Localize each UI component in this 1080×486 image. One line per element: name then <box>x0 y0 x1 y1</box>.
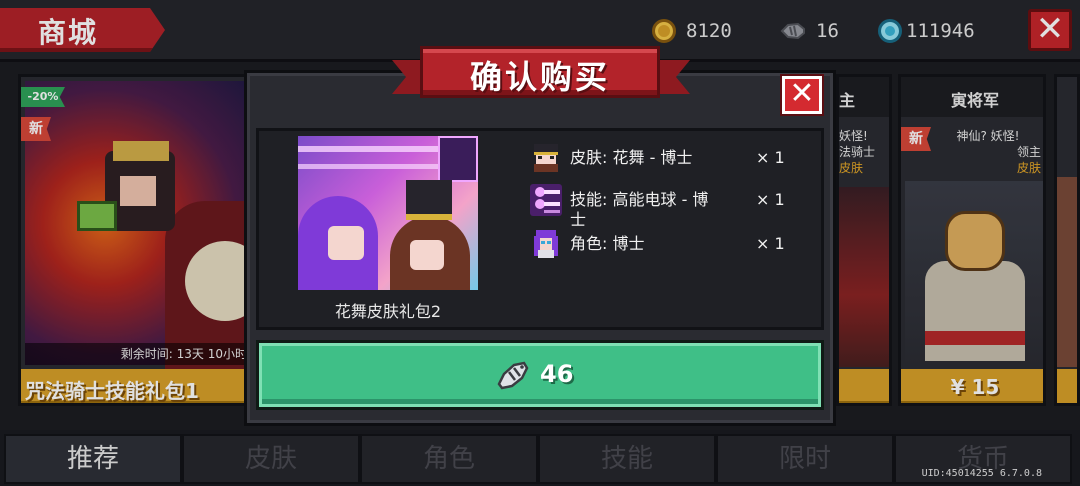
skill-orb-icon <box>530 184 562 216</box>
item-quantity: × 1 <box>756 234 785 253</box>
item-label: 皮肤: 花舞 - 博士 <box>570 148 693 167</box>
dialog-close-button[interactable]: ✕ <box>782 76 822 114</box>
dialog-title: 确认购买 <box>469 58 610 96</box>
pack-name: 花舞皮肤礼包2 <box>334 302 442 321</box>
item-label: 角色: 博士 <box>570 234 645 253</box>
pack-item-character: 角色: 博士 × 1 <box>530 228 790 262</box>
fish-icon <box>497 361 529 390</box>
pack-item-skill: 技能: 高能电球 - 博士 × 1 <box>530 184 790 229</box>
item-quantity: × 1 <box>756 148 785 167</box>
pack-item-skin: 皮肤: 花舞 - 博士 × 1 <box>530 142 790 176</box>
skin-avatar-icon <box>534 144 558 172</box>
item-quantity: × 1 <box>756 190 785 209</box>
buy-price: 46 <box>540 360 574 388</box>
item-label: 技能: 高能电球 - 博士 <box>570 190 709 229</box>
pack-image <box>298 136 478 290</box>
character-avatar-icon <box>534 230 558 258</box>
